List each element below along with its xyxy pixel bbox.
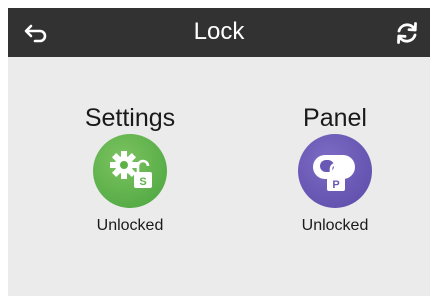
svg-text:P: P [332, 179, 339, 191]
refresh-icon[interactable] [394, 20, 420, 46]
settings-lock-toggle[interactable]: Settings S Unlocked [50, 104, 210, 236]
gear-lock-icon: S [93, 134, 167, 208]
page-title: Lock [193, 18, 245, 45]
header-bar: Lock [8, 8, 430, 57]
lock-status: Unlocked [301, 217, 369, 234]
panel-lock-toggle[interactable]: Panel P Unlocked [255, 104, 415, 236]
svg-text:S: S [139, 176, 146, 188]
lock-screen: Lock Settings S Unlocked Panel P Unlocke… [8, 8, 430, 296]
panel-lock-icon: P [298, 134, 372, 208]
lock-status: Unlocked [96, 217, 164, 234]
lock-name: Panel [303, 104, 367, 132]
lock-name: Settings [84, 104, 176, 132]
